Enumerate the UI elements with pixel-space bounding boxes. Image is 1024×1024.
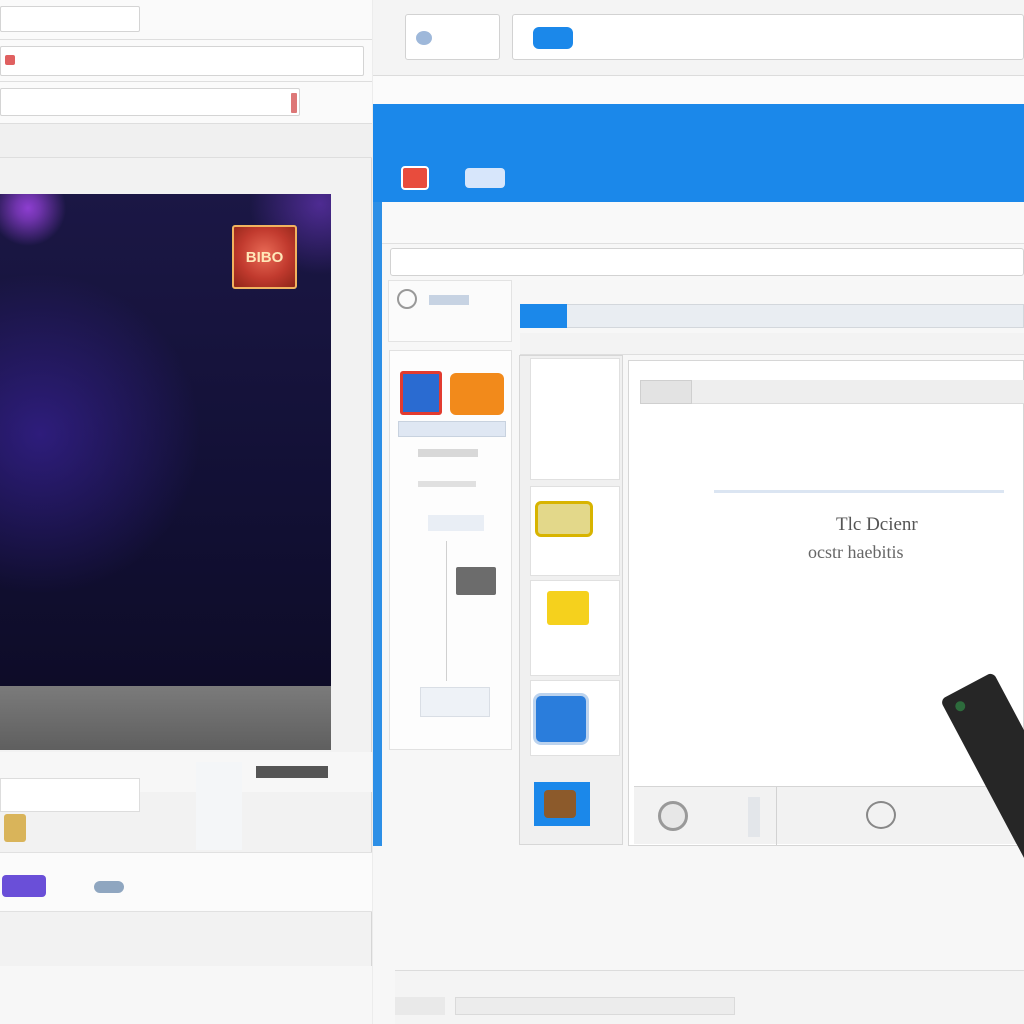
thumb-card-1[interactable] [530, 486, 620, 576]
thumb-card-2[interactable] [530, 580, 620, 676]
left-footer [0, 966, 372, 1024]
left-toolbar [0, 852, 372, 912]
panel-divider [446, 541, 447, 681]
refresh-icon[interactable] [397, 289, 417, 309]
record-button[interactable] [658, 801, 688, 831]
document-preview-window [628, 360, 1024, 846]
left-input-box[interactable] [0, 778, 140, 812]
close-icon[interactable] [291, 93, 297, 113]
panel-chart-icon [428, 515, 484, 531]
bottom-bar-icon[interactable] [395, 997, 445, 1015]
youtube-icon[interactable] [401, 166, 429, 190]
right-breadcrumb-row [373, 76, 1024, 104]
disc-thumb-icon [533, 693, 589, 745]
tablet-thumb-icon [535, 501, 593, 537]
right-toolbar[interactable] [520, 304, 1024, 328]
user-icon[interactable] [866, 801, 896, 829]
bottom-bar-field[interactable] [455, 997, 735, 1015]
right-bottom-bar [395, 970, 1024, 1024]
thumb-card-3[interactable] [530, 680, 620, 756]
media-app-icon[interactable] [400, 371, 442, 415]
channel-logo-badge: BIBO [232, 225, 297, 289]
document-rule [714, 490, 1004, 493]
photo-app-icon[interactable] [450, 373, 504, 415]
panel-text-line [418, 449, 478, 457]
user-avatar[interactable] [465, 168, 505, 188]
right-side-header [388, 280, 512, 342]
left-url-field[interactable] [0, 88, 300, 116]
document-line-2: ocstr haebitis [808, 542, 904, 562]
document-header [640, 380, 1024, 404]
camera-icon [953, 699, 968, 713]
calculator-icon[interactable] [456, 567, 496, 595]
video-player[interactable]: BIBO [0, 194, 331, 766]
toolbar-accent-tab[interactable] [520, 304, 567, 328]
security-icon [5, 55, 15, 65]
app-icon[interactable] [2, 875, 46, 897]
thumb-card-header[interactable] [530, 358, 620, 480]
player-control-bar [0, 686, 331, 766]
right-subtoolbar [520, 333, 1024, 355]
right-search-bar[interactable] [390, 248, 1024, 276]
sidebar-widget[interactable] [196, 762, 242, 850]
folder-thumb-icon [547, 591, 589, 625]
coin-icon [4, 814, 26, 842]
right-nav-row [373, 202, 1024, 244]
panel-device-icon [420, 687, 490, 717]
right-address-bar[interactable] [512, 14, 1024, 60]
tab-favicon-icon [416, 31, 432, 45]
right-tab[interactable] [405, 14, 500, 60]
document-line-1: Tlc Dcienr [836, 514, 918, 535]
side-header-text-icon [429, 295, 469, 305]
avatar-thumb-icon [544, 790, 576, 818]
blue-header-banner [373, 104, 1024, 202]
document-status-bar [634, 786, 1024, 845]
toggle-icon[interactable] [94, 881, 124, 893]
left-accent-strip [373, 202, 382, 846]
channel-logo-text: BIBO [245, 248, 284, 266]
app-icon-panel [389, 350, 512, 750]
mini-progress-bar[interactable] [256, 766, 328, 778]
status-divider [776, 787, 777, 845]
left-titlebar-field[interactable] [0, 6, 140, 32]
status-scroll-icon[interactable] [748, 797, 760, 837]
left-address-bar[interactable] [0, 46, 364, 76]
left-tab-row [0, 124, 372, 158]
panel-text-line-2 [418, 481, 476, 487]
selected-thumb[interactable] [534, 782, 590, 826]
panel-caption-box [398, 421, 506, 437]
record-icon[interactable] [533, 27, 573, 49]
document-tab[interactable] [640, 380, 692, 404]
